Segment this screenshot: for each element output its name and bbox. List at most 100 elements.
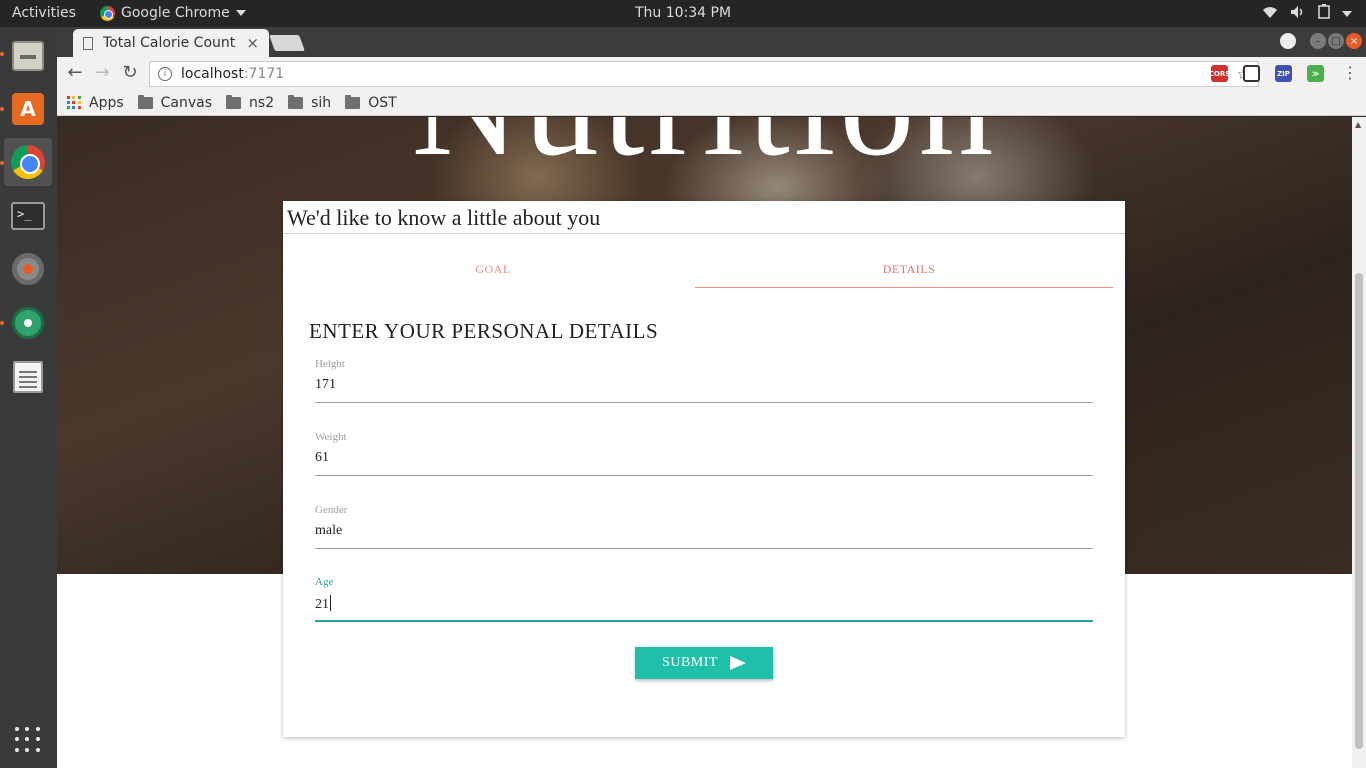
bookmark-label: Apps (89, 94, 124, 111)
tab-title: Total Calorie Count (103, 35, 236, 51)
folder-icon (137, 94, 153, 109)
forward-icon[interactable]: → (92, 63, 112, 83)
terminal-icon: >_ (11, 202, 45, 230)
bookmark-canvas[interactable]: Canvas (137, 94, 213, 111)
launcher-files[interactable] (4, 32, 52, 80)
reload-icon[interactable]: ↻ (120, 63, 140, 83)
weight-label: Weight (315, 431, 347, 443)
age-label: Age (315, 576, 334, 588)
app-menu-label: Google Chrome (121, 5, 230, 21)
height-label: Height (315, 358, 345, 370)
wifi-icon[interactable] (1262, 5, 1278, 23)
folder-icon (288, 94, 304, 109)
url-port: :7171 (243, 66, 285, 82)
address-bar[interactable]: i localhost:7171 ⌕ ☆ (149, 61, 1259, 87)
bookmark-label: ns2 (249, 94, 275, 111)
system-tray[interactable] (1262, 4, 1352, 23)
input-underline (315, 548, 1093, 549)
step-tabs: GOAL DETAILS (283, 251, 1125, 289)
folder-icon (226, 94, 242, 109)
input-underline (315, 475, 1093, 476)
chrome-menu-icon[interactable]: ⋮ (1342, 63, 1358, 82)
activities-button[interactable]: Activities (12, 5, 76, 21)
age-input[interactable]: 21 (315, 595, 331, 613)
apps-icon (67, 95, 81, 110)
app-menu[interactable]: Google Chrome (100, 5, 246, 21)
chevron-down-icon (235, 10, 246, 16)
hero-title: Nutrition (57, 117, 1352, 179)
page-viewport: Nutrition We'd like to know a little abo… (57, 117, 1352, 768)
bookmark-label: Canvas (160, 94, 213, 111)
launcher-settings[interactable] (4, 245, 52, 293)
browser-toolbar: ← → ↻ i localhost:7171 ⌕ ☆ CORS ZIP ≫ ⋮ (57, 57, 1366, 90)
settings-icon (12, 253, 44, 285)
files-icon (12, 41, 44, 71)
software-center-icon: A (12, 93, 44, 125)
system-top-panel: Activities Google Chrome Thu 10:34 PM (0, 0, 1366, 27)
zip-extension-icon[interactable]: ZIP (1275, 65, 1292, 82)
site-info-icon[interactable]: i (158, 67, 172, 81)
atom-icon (12, 307, 44, 339)
submit-label: SUBMIT (662, 655, 718, 670)
launcher-chrome[interactable] (4, 138, 52, 186)
bookmark-label: sih (311, 94, 332, 111)
browser-tab[interactable]: Total Calorie Count × (73, 29, 269, 57)
battery-icon[interactable] (1318, 4, 1330, 23)
launcher: A >_ (0, 27, 57, 768)
minimize-icon[interactable]: – (1310, 33, 1326, 49)
bookmark-label: OST (368, 94, 397, 111)
url-host: localhost (181, 66, 244, 82)
weight-input[interactable]: 61 (315, 450, 329, 466)
height-input[interactable]: 171 (315, 377, 336, 393)
age-field[interactable]: Age 21 (315, 576, 1093, 622)
scroll-up-icon[interactable]: ▲ (1355, 120, 1361, 129)
page-scrollbar[interactable]: ▲ (1352, 117, 1366, 768)
gender-field[interactable]: Gender male (315, 504, 1093, 549)
age-value: 21 (315, 597, 329, 612)
tab-details[interactable]: DETAILS (699, 262, 1119, 277)
back-icon[interactable]: ← (65, 63, 85, 83)
app-grid-icon (15, 727, 41, 753)
volume-icon[interactable] (1290, 5, 1306, 23)
profile-icon[interactable] (1280, 33, 1296, 49)
page-icon (83, 36, 93, 50)
height-field[interactable]: Height 171 (315, 358, 1093, 403)
system-menu-chevron-icon[interactable] (1342, 10, 1352, 17)
tab-close-icon[interactable]: × (246, 34, 259, 52)
launcher-terminal[interactable]: >_ (4, 192, 52, 240)
card-divider (283, 233, 1125, 234)
send-icon (729, 656, 746, 670)
bookmarks-bar: Apps Canvas ns2 sih OST (57, 90, 1366, 116)
bookmark-ns2[interactable]: ns2 (226, 94, 275, 111)
launcher-atom[interactable] (4, 299, 52, 347)
close-window-icon[interactable]: × (1346, 33, 1362, 49)
chrome-icon (100, 5, 115, 21)
download-extension-icon[interactable]: ≫ (1307, 65, 1324, 82)
chrome-icon (11, 145, 45, 179)
bookmark-sih[interactable]: sih (288, 94, 332, 111)
launcher-text-editor[interactable] (4, 353, 52, 401)
text-cursor (330, 595, 331, 611)
launcher-show-apps[interactable] (4, 716, 52, 764)
bookmark-apps[interactable]: Apps (67, 95, 124, 111)
bookmark-ost[interactable]: OST (345, 94, 397, 111)
tab-goal[interactable]: GOAL (283, 262, 703, 277)
launcher-software-center[interactable]: A (4, 85, 52, 133)
active-tab-indicator (695, 287, 1113, 288)
gender-input[interactable]: male (315, 523, 342, 539)
cors-extension-icon[interactable]: CORS (1209, 65, 1230, 82)
section-heading: ENTER YOUR PERSONAL DETAILS (309, 319, 659, 343)
new-tab-button[interactable] (269, 35, 305, 51)
gender-label: Gender (315, 504, 348, 516)
submit-button[interactable]: SUBMIT (635, 647, 773, 679)
scrollbar-thumb[interactable] (1355, 273, 1363, 749)
input-underline-focused (315, 620, 1093, 622)
window-controls: – □ × (1280, 33, 1362, 49)
extension-icon[interactable] (1243, 65, 1260, 82)
text-editor-icon (13, 361, 43, 393)
weight-field[interactable]: Weight 61 (315, 431, 1093, 476)
folder-icon (345, 94, 361, 109)
maximize-icon[interactable]: □ (1328, 33, 1344, 49)
details-card: We'd like to know a little about you GOA… (283, 201, 1125, 737)
browser-tab-strip: Total Calorie Count × – □ × (57, 27, 1366, 57)
